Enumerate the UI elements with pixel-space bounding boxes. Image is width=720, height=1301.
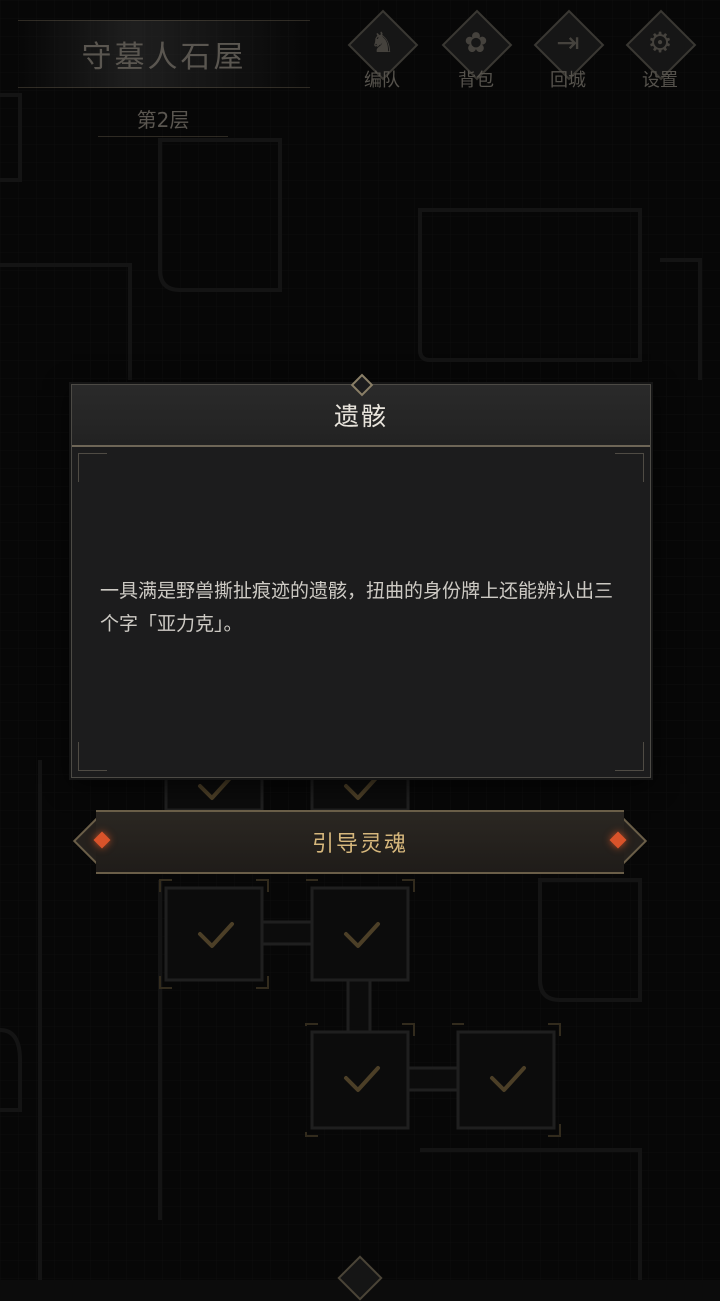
team-label: 编队 [364, 70, 400, 91]
corner-ornament [615, 453, 644, 482]
guide-soul-label: 引导灵魂 [311, 832, 408, 857]
guide-soul-button[interactable]: 引导灵魂 [72, 809, 648, 874]
floor-indicator: 第2层 [98, 100, 228, 137]
door-exit-icon: ⇥ [556, 26, 580, 59]
dialog-title: 遗骸 [333, 402, 388, 431]
bag-button[interactable]: ✿ 背包 [436, 9, 516, 94]
return-label: 回城 [550, 70, 586, 91]
bag-label: 背包 [458, 70, 494, 91]
dialog-description: 一具满是野兽撕扯痕迹的遗骸，扭曲的身份牌上还能辨认出三个字「亚力克」。 [100, 580, 614, 635]
horned-helmet-icon: ♞ [369, 26, 395, 59]
location-banner: 守墓人石屋 [18, 20, 310, 88]
corner-ornament [615, 742, 644, 771]
settings-button[interactable]: ⚙ 设置 [620, 9, 700, 94]
team-button[interactable]: ♞ 编队 [342, 9, 422, 94]
corner-ornament [78, 453, 107, 482]
gear-icon: ⚙ [647, 26, 673, 59]
location-name: 守墓人石屋 [81, 40, 247, 75]
bag-icon: ✿ [464, 26, 488, 59]
return-town-button[interactable]: ⇥ 回城 [528, 9, 608, 94]
guide-soul-bar: 引导灵魂 [96, 810, 624, 874]
event-dialog: 遗骸 一具满是野兽撕扯痕迹的遗骸，扭曲的身份牌上还能辨认出三个字「亚力克」。 [71, 373, 651, 778]
settings-label: 设置 [642, 70, 678, 91]
corner-ornament [78, 742, 107, 771]
